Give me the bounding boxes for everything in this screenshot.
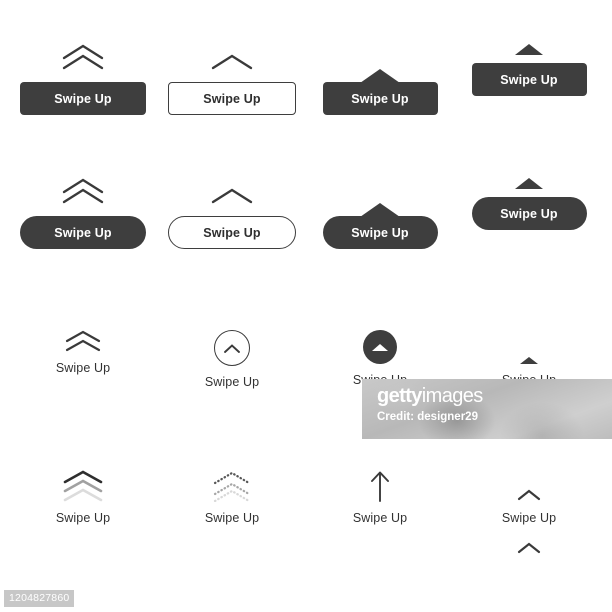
chevron-up-icon xyxy=(209,178,255,204)
triple-chevron-up-fade-icon xyxy=(61,470,105,502)
getty-images-watermark: gettyimages Credit: designer29 xyxy=(362,379,612,439)
swipe-up-cell-r1c1[interactable]: Swipe Up xyxy=(8,44,158,115)
swipe-up-button-label: Swipe Up xyxy=(351,225,409,240)
swipe-up-cell-r4c4[interactable]: Swipe Up xyxy=(454,470,604,555)
swipe-up-cell-r3c2[interactable]: Swipe Up xyxy=(157,330,307,389)
swipe-up-button-r2c2[interactable]: Swipe Up xyxy=(168,216,296,249)
swipe-up-button-label: Swipe Up xyxy=(500,206,558,221)
swipe-up-label-r4c4: Swipe Up xyxy=(501,511,557,525)
swipe-up-button-r2c4[interactable]: Swipe Up xyxy=(471,197,587,230)
illustration-canvas: Swipe Up Swipe Up Swipe Up Swipe Up Swip… xyxy=(0,0,612,612)
swipe-up-label-r4c3: Swipe Up xyxy=(352,511,408,525)
double-chevron-up-icon xyxy=(60,178,106,204)
getty-logo-bold: getty xyxy=(377,385,422,407)
swipe-up-button-r1c1[interactable]: Swipe Up xyxy=(20,82,146,115)
circle-filled-triangle-up-icon xyxy=(363,330,397,364)
double-chevron-up-icon xyxy=(64,330,102,352)
swipe-up-button-r2c3[interactable]: Swipe Up xyxy=(322,203,438,249)
getty-images-logo: gettyimages xyxy=(377,385,483,408)
swipe-up-cell-r4c2[interactable]: Swipe Up xyxy=(157,470,307,525)
double-chevron-up-icon xyxy=(60,44,106,70)
swipe-up-button-label: Swipe Up xyxy=(203,225,261,240)
notch-triangle-up-icon xyxy=(360,69,400,83)
swipe-up-button-label: Swipe Up xyxy=(500,72,558,87)
swipe-up-button-label: Swipe Up xyxy=(54,225,112,240)
swipe-up-cell-r4c1[interactable]: Swipe Up xyxy=(8,470,158,525)
arrow-up-icon xyxy=(367,470,393,502)
swipe-up-cell-r2c2[interactable]: Swipe Up xyxy=(157,178,307,249)
swipe-up-label-r3c2: Swipe Up xyxy=(204,375,260,389)
chevron-up-secondary-icon xyxy=(516,541,542,555)
asset-id-badge: 1204827860 xyxy=(4,590,75,607)
swipe-up-button-r1c3[interactable]: Swipe Up xyxy=(322,69,438,115)
swipe-up-cell-r2c3[interactable]: Swipe Up xyxy=(305,178,455,249)
chevron-up-icon xyxy=(209,44,255,70)
triangle-up-icon xyxy=(515,44,543,55)
swipe-up-button-label: Swipe Up xyxy=(54,91,112,106)
swipe-up-cell-r3c1[interactable]: Swipe Up xyxy=(8,330,158,375)
swipe-up-cell-r2c4[interactable]: Swipe Up xyxy=(454,178,604,230)
swipe-up-button-r2c1[interactable]: Swipe Up xyxy=(20,216,146,249)
triangle-up-icon xyxy=(515,178,543,189)
chevron-up-icon xyxy=(516,470,542,502)
swipe-up-cell-r1c3[interactable]: Swipe Up xyxy=(305,44,455,115)
watermark-credit: Credit: designer29 xyxy=(377,411,478,423)
swipe-up-button-label: Swipe Up xyxy=(351,91,409,106)
swipe-up-cell-r1c4[interactable]: Swipe Up xyxy=(454,44,604,96)
swipe-up-label-r4c1: Swipe Up xyxy=(55,511,111,525)
swipe-up-button-r1c4[interactable]: Swipe Up xyxy=(471,63,587,96)
circle-outline-chevron-up-icon xyxy=(214,330,250,366)
small-triangle-up-icon xyxy=(520,330,538,364)
swipe-up-label-r3c1: Swipe Up xyxy=(55,361,111,375)
swipe-up-cell-r1c2[interactable]: Swipe Up xyxy=(157,44,307,115)
getty-logo-thin: images xyxy=(421,385,483,407)
dotted-double-chevron-up-icon xyxy=(210,470,254,502)
swipe-up-button-label: Swipe Up xyxy=(203,91,261,106)
swipe-up-cell-r4c3[interactable]: Swipe Up xyxy=(305,470,455,525)
swipe-up-label-r4c2: Swipe Up xyxy=(204,511,260,525)
notch-triangle-up-icon xyxy=(360,203,400,217)
swipe-up-button-r1c2[interactable]: Swipe Up xyxy=(168,82,296,115)
swipe-up-cell-r2c1[interactable]: Swipe Up xyxy=(8,178,158,249)
